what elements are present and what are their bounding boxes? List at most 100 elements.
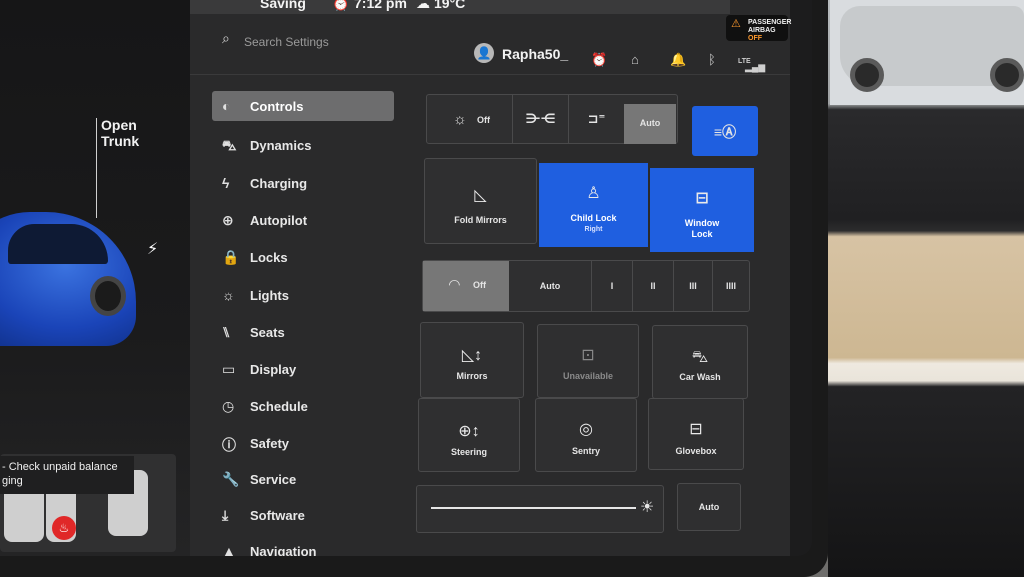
parking-lights-icon: ⋺⋲: [525, 111, 556, 126]
glovebox-icon: ⊟: [689, 421, 703, 438]
car-wash-icon: ⛍: [691, 349, 709, 366]
sentry-label: Sentry: [571, 446, 600, 456]
wipers-off-label: Off: [473, 280, 486, 290]
sidebar-item-label: Navigation: [250, 544, 317, 556]
brightness-slider[interactable]: [416, 485, 664, 533]
sidebar-item-label: Autopilot: [250, 213, 308, 228]
sun-icon: ☼: [453, 111, 467, 128]
search-input[interactable]: [244, 32, 414, 52]
sidebar-item-label: Seats: [250, 325, 285, 340]
open-trunk-label-line2: Trunk: [101, 133, 140, 149]
child-lock-sublabel: Right: [584, 226, 603, 233]
window-lock-icon: ⊟: [695, 190, 709, 207]
unavailable-button: ⊡ Unavailable: [537, 324, 639, 398]
camera-icon: ⊡: [581, 347, 595, 364]
sidebar-item-service[interactable]: 🔧 Service: [212, 464, 394, 494]
wipers-auto-button[interactable]: Auto: [509, 261, 591, 311]
open-trunk-button[interactable]: Open Trunk: [101, 117, 161, 149]
brightness-auto-button[interactable]: Auto: [677, 483, 741, 531]
sidebar-item-label: Display: [250, 362, 297, 377]
wiper-speed-1-button[interactable]: I: [592, 261, 632, 311]
sun-icon: ☼: [222, 287, 235, 303]
wiper-speed-4-label: IIII: [725, 281, 736, 291]
window-lock-button[interactable]: ⊟ Window Lock: [650, 168, 754, 252]
download-icon: ⤓: [222, 507, 229, 523]
wiper-speed-2-label: II: [650, 281, 656, 291]
wiper-speed-2-button[interactable]: II: [633, 261, 673, 311]
wiper-speed-3-button[interactable]: III: [674, 261, 712, 311]
bluetooth-icon[interactable]: ᛒ: [708, 52, 716, 67]
steering-label: Steering: [450, 447, 487, 457]
mirrors-button[interactable]: ◺↕ Mirrors: [420, 322, 524, 398]
sidebar-item-autopilot[interactable]: ⊕ Autopilot: [212, 205, 394, 235]
sidebar-item-locks[interactable]: 🔒 Locks: [212, 242, 394, 272]
sidebar-item-label: Controls: [250, 99, 304, 114]
status-bar: Saving ⏰ 7:12 pm ☁ 19°C: [190, 0, 730, 14]
wipers-off-button[interactable]: ◠ Off: [423, 261, 509, 311]
alarm-icon[interactable]: ⏰: [591, 52, 607, 68]
window-lock-label-1: Window: [684, 218, 720, 228]
status-temp: 19°C: [434, 0, 466, 11]
avatar[interactable]: 👤: [474, 43, 494, 63]
sidebar-item-label: Dynamics: [250, 138, 312, 153]
passenger-airbag-indicator: ⚠ PASSENGER AIRBAG OFF: [726, 15, 791, 42]
headlights-control: ☼ Off ⋺⋲ ⊐⁼ Auto: [426, 94, 678, 144]
wiper-speed-1-label: I: [610, 281, 614, 291]
low-beam-button[interactable]: ⊐⁼: [569, 95, 624, 143]
search-icon[interactable]: ⌕: [222, 30, 230, 47]
wrench-icon: 🔧: [222, 471, 240, 487]
signal-icon: ▂▄▆: [745, 62, 766, 72]
child-lock-button[interactable]: ♙ Child Lock Right: [539, 163, 648, 247]
trunk-pointer-line: [96, 118, 97, 218]
airbag-line3: OFF: [748, 35, 762, 42]
airbag-line2: AIRBAG: [748, 27, 776, 34]
wiper-speed-4-button[interactable]: IIII: [713, 261, 749, 311]
sidebar-item-seats[interactable]: ⑊ Seats: [212, 317, 394, 347]
sidebar-item-schedule[interactable]: ◷ Schedule: [212, 391, 394, 421]
lock-icon: 🔒: [222, 249, 240, 265]
seat-heater-icon[interactable]: ♨: [52, 516, 76, 540]
fold-mirrors-button[interactable]: ◺ Fold Mirrors: [424, 158, 537, 244]
user-name[interactable]: Rapha50_: [502, 46, 568, 62]
headlights-off-button[interactable]: ☼ Off: [427, 95, 512, 143]
unavailable-label: Unavailable: [562, 371, 614, 381]
sidebar-item-display[interactable]: ▭ Display: [212, 354, 394, 384]
toggle-icon: ◐: [222, 98, 231, 114]
car-wash-label: Car Wash: [679, 372, 721, 382]
wipers-auto-label: Auto: [539, 281, 561, 291]
brightness-slider-track[interactable]: [431, 507, 636, 509]
sidebar-item-navigation[interactable]: ▲ Navigation: [212, 536, 394, 556]
sidebar-item-software[interactable]: ⤓ Software: [212, 500, 394, 530]
sidebar-item-label: Lights: [250, 288, 289, 303]
wiper-control: ◠ Off Auto I II III IIII: [422, 260, 750, 312]
parked-car-outside-window: [830, 0, 1024, 105]
glovebox-button[interactable]: ⊟ Glovebox: [648, 398, 744, 470]
notification-line2: ging: [2, 475, 23, 487]
sidebar-item-dynamics[interactable]: ⛍ Dynamics: [212, 130, 394, 160]
sidebar-item-controls[interactable]: ◐ Controls: [212, 91, 394, 121]
display-icon: ▭: [222, 361, 236, 377]
home-icon[interactable]: ⌂: [631, 52, 639, 67]
headlights-auto-button[interactable]: Auto: [624, 104, 676, 144]
sidebar-item-label: Schedule: [250, 399, 308, 414]
auto-high-beam-button[interactable]: ≡Ⓐ: [692, 106, 758, 156]
sidebar-item-label: Safety: [250, 436, 290, 451]
bell-icon[interactable]: 🔔: [670, 52, 686, 68]
charge-port-bolt-icon[interactable]: ⚡: [147, 239, 158, 259]
mirror-icon: ◺: [474, 187, 487, 204]
steering-wheel-icon: ⊕↕: [458, 423, 480, 440]
sidebar-item-lights[interactable]: ☼ Lights: [212, 280, 394, 310]
steering-button[interactable]: ⊕↕ Steering: [418, 398, 520, 472]
header-divider: [190, 74, 790, 75]
parking-lights-button[interactable]: ⋺⋲: [513, 95, 568, 143]
alarm-status-icon: ⏰: [332, 0, 350, 11]
sidebar-item-charging[interactable]: ϟ Charging: [212, 168, 394, 198]
sidebar-item-safety[interactable]: ⓘ Safety: [212, 428, 394, 458]
window-lock-label-2: Lock: [691, 229, 713, 239]
sidebar-item-label: Locks: [250, 250, 288, 265]
low-beam-icon: ⊐⁼: [587, 111, 606, 126]
child-lock-label: Child Lock: [570, 213, 617, 223]
car-wash-button[interactable]: ⛍ Car Wash: [652, 325, 748, 399]
airbag-icon: ⚠: [731, 18, 741, 30]
sentry-button[interactable]: ◎ Sentry: [535, 398, 637, 472]
